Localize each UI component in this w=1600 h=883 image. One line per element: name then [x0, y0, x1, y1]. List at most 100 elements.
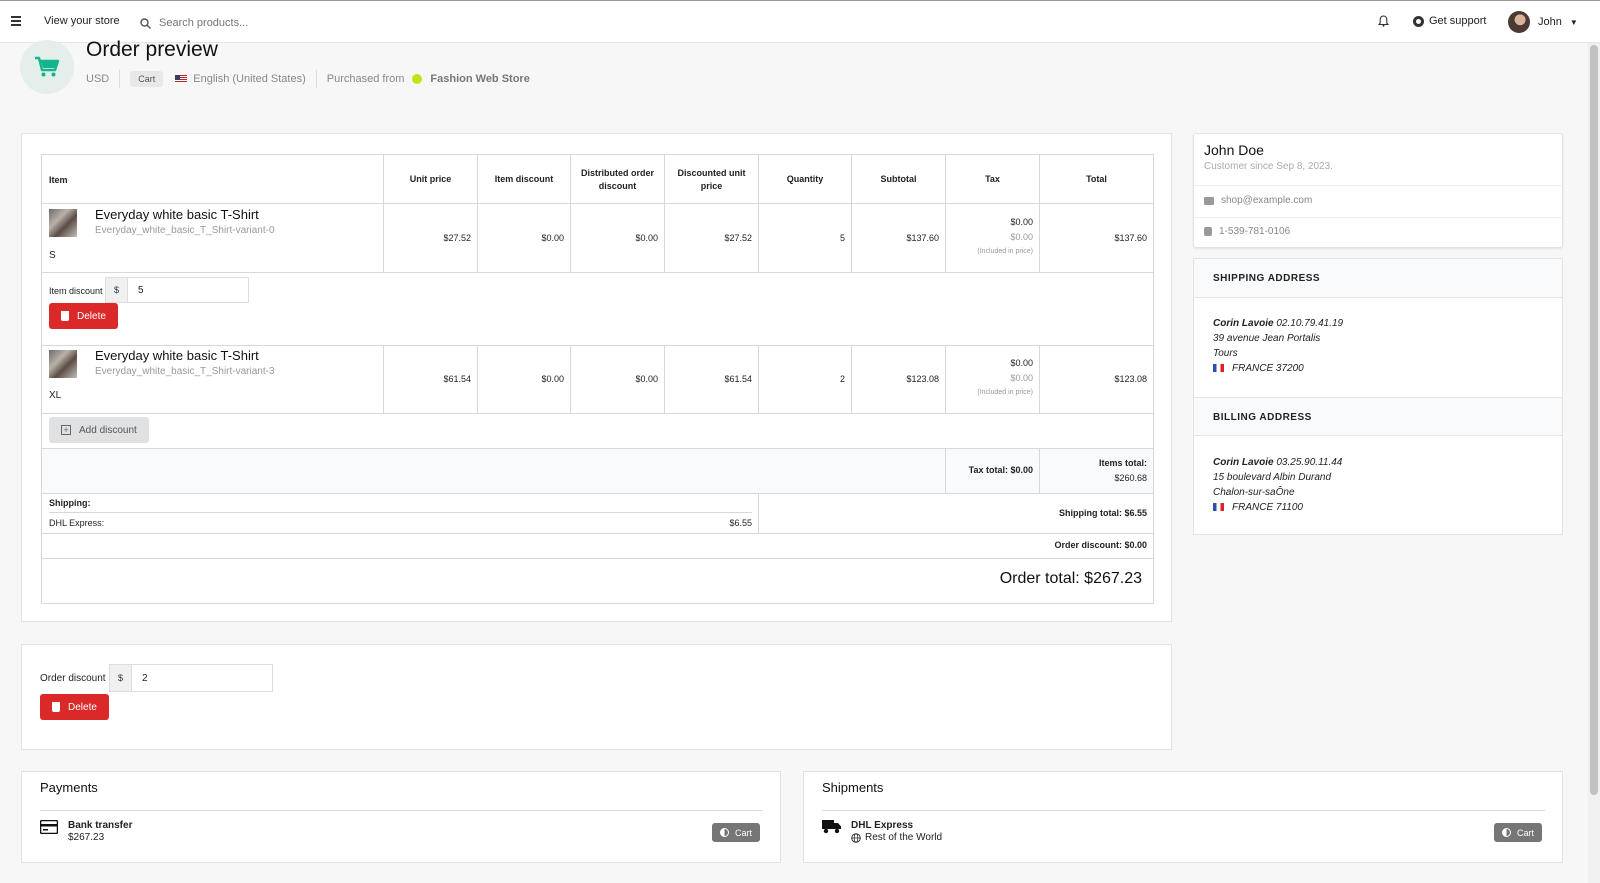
adjust-icon	[1502, 828, 1511, 837]
customer-email-row[interactable]: shop@example.com	[1204, 195, 1312, 206]
scrollbar-thumb[interactable]	[1590, 45, 1598, 795]
shipment-method: DHL Express	[851, 820, 914, 831]
customer-card: John Doe Customer since Sep 8, 2023. sho…	[1193, 133, 1563, 248]
customer-email: shop@example.com	[1221, 195, 1313, 206]
address-phone: 02.10.79.41.19	[1276, 318, 1344, 329]
user-menu[interactable]: John ▼	[1508, 11, 1578, 33]
caret-down-icon: ▼	[1569, 17, 1578, 27]
search-bar[interactable]	[140, 13, 460, 33]
total: $137.60	[1114, 233, 1147, 243]
distributed-discount: $0.00	[635, 374, 658, 384]
product-size: S	[49, 250, 56, 261]
order-items-table: Item Unit price Item discount Distribute…	[41, 154, 1154, 604]
shipments-title: Shipments	[822, 780, 884, 795]
adjust-icon	[720, 828, 729, 837]
address-city: Chalon-sur-saÔne	[1213, 487, 1295, 498]
truck-icon	[822, 820, 841, 834]
delete-order-discount-button[interactable]: Delete	[40, 694, 109, 720]
total: $123.08	[1114, 374, 1147, 384]
product-thumbnail[interactable]	[49, 350, 77, 378]
payment-amount: $267.23	[68, 832, 105, 843]
payment-state: Cart	[735, 827, 753, 838]
billing-address: Corin Lavoie 03.25.90.11.44 15 boulevard…	[1213, 455, 1342, 515]
item-discount-input[interactable]	[128, 278, 228, 302]
order-discount-total: Order discount: $0.00	[1054, 540, 1147, 550]
quantity: 2	[839, 374, 845, 384]
shipping-total: Shipping total: $6.55	[1058, 508, 1147, 518]
address-phone: 03.25.90.11.44	[1276, 457, 1343, 468]
payments-title: Payments	[40, 780, 98, 795]
customer-phone-row[interactable]: 1-539-781-0106	[1204, 226, 1290, 237]
france-flag-icon	[1213, 503, 1224, 512]
col-header-unit-price: Unit price	[383, 155, 477, 204]
tax: $0.00	[1010, 358, 1033, 368]
item-discount: $0.00	[541, 374, 564, 384]
trash-icon	[61, 311, 69, 321]
item-discount-label: Item discount	[49, 286, 103, 296]
customer-name[interactable]: John Doe	[1204, 142, 1264, 158]
purchased-from-label: Purchased from	[326, 73, 405, 85]
product-name[interactable]: Everyday white basic T-Shirt	[95, 207, 259, 222]
top-bar: View your store Get support John ▼	[0, 0, 1600, 43]
addresses-panel: SHIPPING ADDRESS Corin Lavoie 02.10.79.4…	[1193, 258, 1563, 535]
channel-color-dot	[412, 74, 423, 84]
trash-icon	[52, 702, 60, 712]
order-discount-input[interactable]	[132, 665, 232, 691]
plus-square-icon: +	[61, 425, 71, 435]
tax-note: (Included in price)	[977, 248, 1033, 255]
order-discount-label: Order discount	[40, 673, 106, 684]
order-discount-panel: Order discount $ Delete	[21, 644, 1172, 750]
address-name: Corin Lavoie	[1213, 318, 1274, 329]
us-flag-icon	[175, 75, 188, 83]
address-name: Corin Lavoie	[1213, 457, 1274, 468]
delete-item-discount-button[interactable]: Delete	[49, 303, 118, 329]
address-street: 15 boulevard Albin Durand	[1213, 472, 1332, 483]
col-header-item: Item	[49, 174, 68, 185]
col-header-total: Total	[1039, 155, 1153, 204]
order-items-panel: Item Unit price Item discount Distribute…	[21, 133, 1172, 622]
tax-total: Tax total: $0.00	[968, 465, 1033, 475]
add-discount-button[interactable]: + Add discount	[49, 417, 149, 443]
product-thumbnail[interactable]	[49, 209, 77, 237]
order-discount-field: $	[109, 664, 273, 692]
shipping-address: Corin Lavoie 02.10.79.41.19 39 avenue Je…	[1213, 316, 1343, 376]
items-total-value: $260.68	[1114, 473, 1147, 483]
payments-panel: Payments Bank transfer $267.23 Cart	[21, 771, 781, 863]
unit-price: $61.54	[443, 374, 471, 384]
avatar	[1508, 11, 1530, 33]
col-header-item-discount: Item discount	[477, 155, 570, 204]
cart-badge	[20, 40, 74, 94]
phone-icon	[1204, 227, 1212, 236]
menu-icon[interactable]	[10, 14, 22, 28]
shipping-cost: $6.55	[729, 518, 752, 528]
items-total-label: Items total:	[1098, 458, 1147, 468]
order-total: Order total: $267.23	[999, 570, 1142, 587]
search-input[interactable]	[159, 17, 419, 29]
product-variant: Everyday_white_basic_T_Shirt-variant-0	[95, 225, 275, 236]
address-street: 39 avenue Jean Portalis	[1213, 333, 1321, 344]
discounted-unit-price: $27.52	[724, 233, 752, 243]
col-header-subtotal: Subtotal	[851, 155, 945, 204]
channel-name: Fashion Web Store	[430, 73, 530, 85]
subtotal: $123.08	[906, 374, 939, 384]
address-country: FRANCE 71100	[1232, 502, 1303, 513]
address-city: Tours	[1213, 348, 1238, 359]
tax-included: $0.00	[1010, 373, 1033, 383]
currency-symbol: $	[106, 278, 128, 302]
notifications-bell-icon[interactable]	[1378, 15, 1389, 27]
shipment-state: Cart	[1517, 827, 1535, 838]
france-flag-icon	[1213, 364, 1224, 373]
get-support-link[interactable]: Get support	[1413, 15, 1486, 27]
shipment-state-chip: Cart	[1494, 823, 1543, 842]
lifebuoy-icon	[1413, 15, 1424, 27]
delete-label: Delete	[77, 310, 106, 322]
shipment-zone-row: Rest of the World	[851, 832, 942, 843]
payment-state-chip: Cart	[712, 823, 761, 842]
shipping-method: DHL Express:	[49, 518, 105, 528]
quantity: 5	[839, 233, 845, 243]
product-name[interactable]: Everyday white basic T-Shirt	[95, 348, 259, 363]
shipping-address-heading: SHIPPING ADDRESS	[1194, 259, 1562, 298]
customer-since: Customer since Sep 8, 2023.	[1204, 161, 1333, 172]
billing-address-heading: BILLING ADDRESS	[1194, 397, 1562, 436]
view-store-link[interactable]: View your store	[44, 15, 120, 27]
